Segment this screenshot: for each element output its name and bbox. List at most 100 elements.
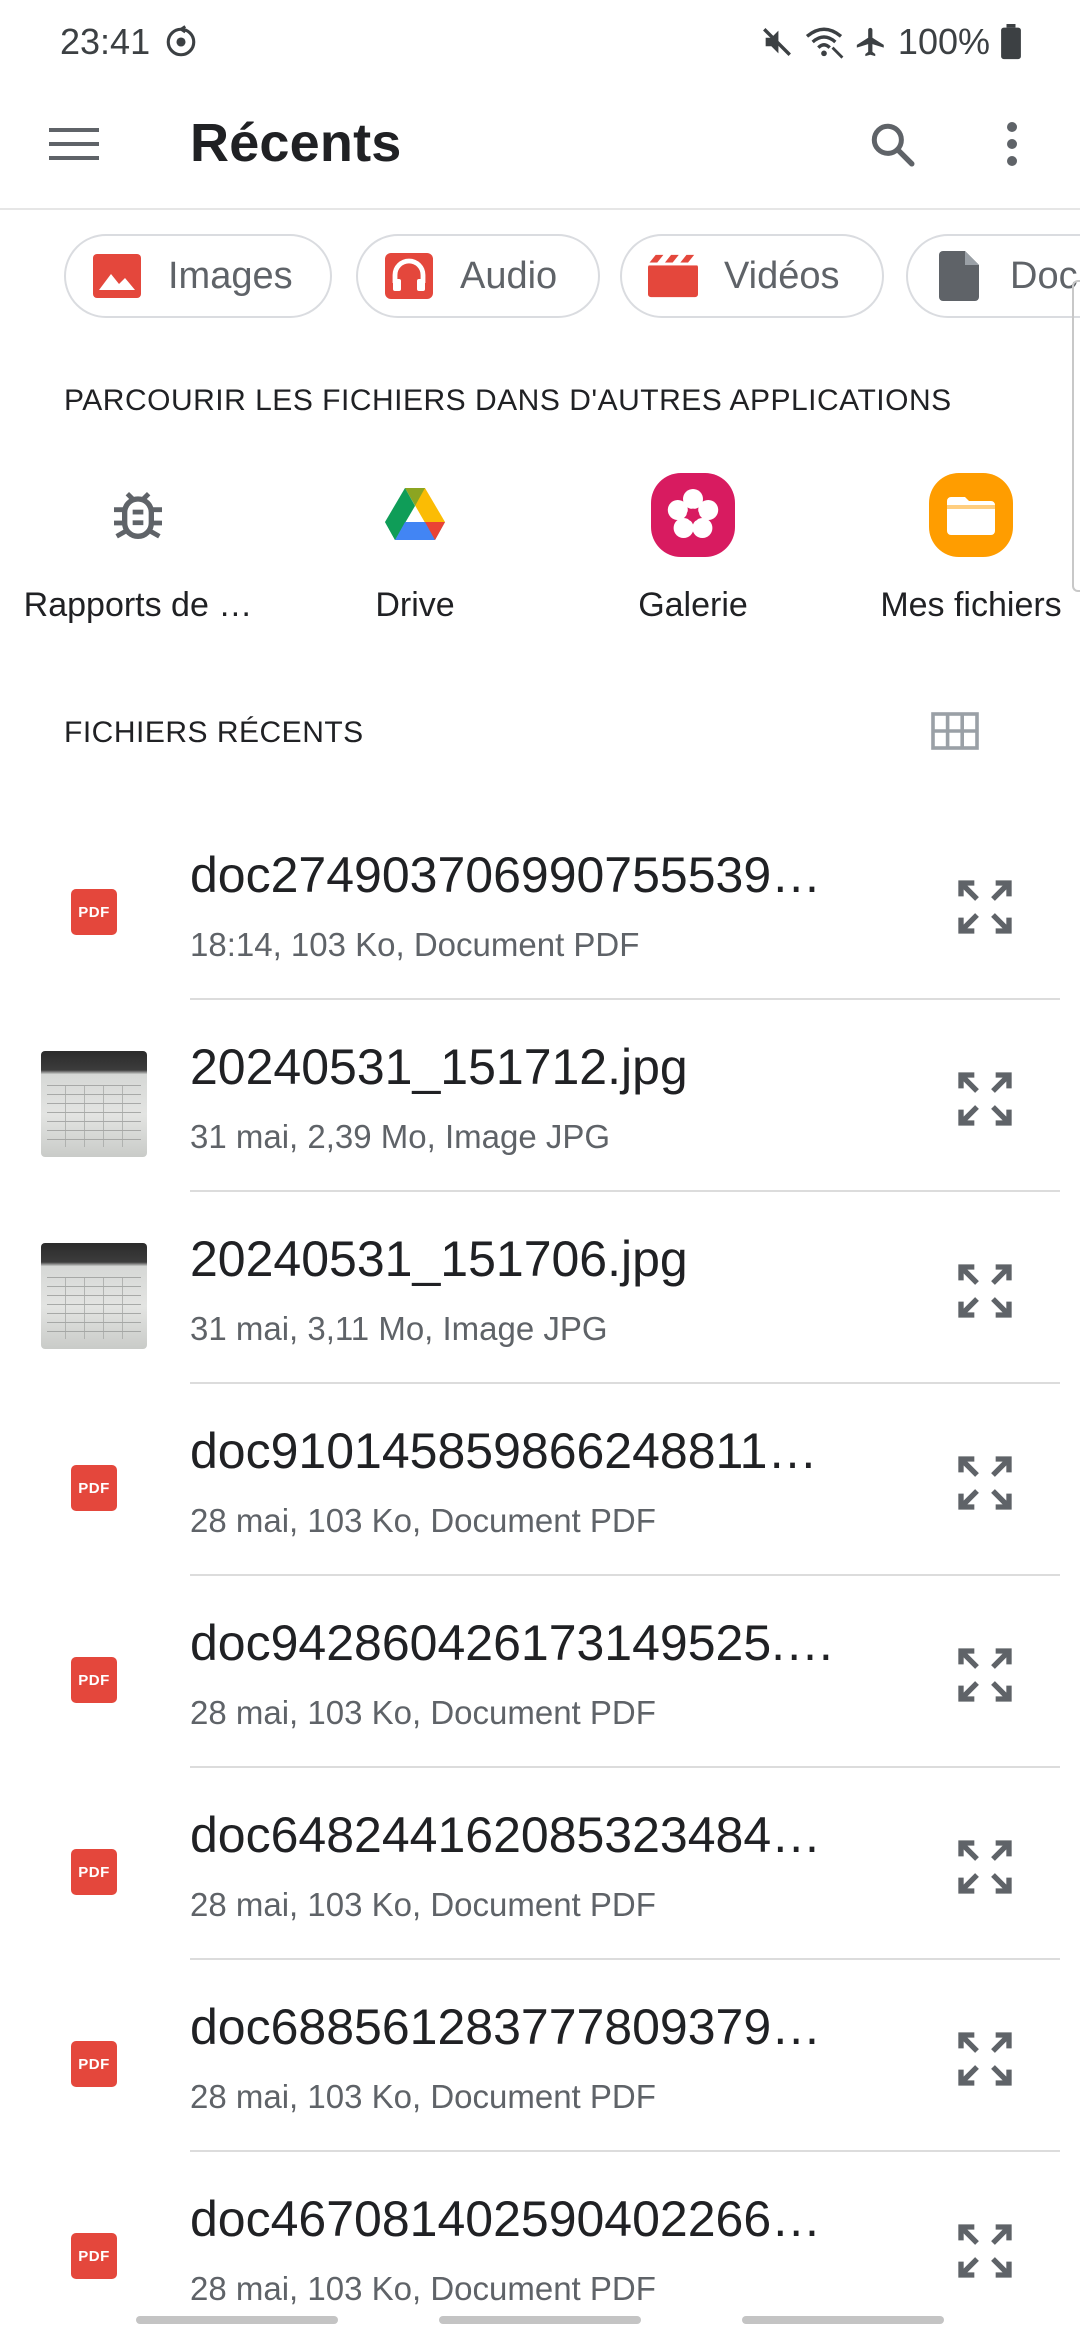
file-row[interactable]: PDF doc688561283777809379… 28 mai, 103 K…	[0, 1960, 1080, 2152]
bug-icon	[93, 470, 183, 560]
image-thumbnail	[41, 1243, 147, 1349]
file-row[interactable]: PDF doc274903706990755539… 18:14, 103 Ko…	[0, 808, 1080, 1000]
file-row[interactable]: PDF doc942860426173149525.… 28 mai, 103 …	[0, 1576, 1080, 1768]
file-meta: 28 mai, 103 Ko, Document PDF	[190, 1886, 656, 1923]
status-time: 23:41	[60, 21, 151, 62]
file-name: doc688561283777809379…	[190, 1999, 822, 2055]
chip-documents[interactable]: Doc	[906, 234, 1080, 318]
file-name: 20240531_151706.jpg	[190, 1231, 688, 1287]
chip-videos[interactable]: Vidéos	[620, 234, 884, 318]
file-name: doc648244162085323484…	[190, 1807, 822, 1863]
pdf-icon: PDF	[71, 1465, 117, 1511]
expand-preview-button[interactable]	[952, 1450, 1018, 1516]
pdf-icon: PDF	[71, 2233, 117, 2279]
expand-icon	[958, 1648, 1012, 1702]
page-title: Récents	[190, 113, 402, 173]
expand-preview-button[interactable]	[952, 1642, 1018, 1708]
file-meta: 18:14, 103 Ko, Document PDF	[190, 926, 640, 963]
sync-icon	[164, 25, 198, 59]
file-meta: 28 mai, 103 Ko, Document PDF	[190, 2078, 656, 2115]
more-options-button[interactable]	[990, 114, 1034, 174]
chip-label: Vidéos	[724, 254, 840, 297]
app-bug-reports[interactable]: Rapports de …	[13, 470, 263, 625]
file-row[interactable]: 20240531_151712.jpg 31 mai, 2,39 Mo, Ima…	[0, 1000, 1080, 1192]
file-meta: 28 mai, 103 Ko, Document PDF	[190, 2270, 656, 2307]
chip-audio[interactable]: Audio	[356, 234, 600, 318]
pdf-icon: PDF	[71, 2041, 117, 2087]
chip-label: Doc	[1010, 254, 1078, 297]
more-vert-icon	[1007, 122, 1017, 166]
file-thumbnail	[40, 1242, 148, 1350]
mute-icon	[760, 25, 794, 59]
battery-icon	[1000, 24, 1022, 60]
expand-icon	[958, 1456, 1012, 1510]
gallery-flower-icon	[648, 470, 738, 560]
menu-icon	[49, 128, 99, 160]
file-meta: 28 mai, 103 Ko, Document PDF	[190, 1694, 656, 1731]
document-icon	[934, 251, 984, 301]
file-thumbnail: PDF	[40, 1626, 148, 1734]
search-icon	[871, 123, 915, 167]
status-left: 23:41	[60, 21, 198, 63]
grid-view-button[interactable]	[930, 706, 980, 756]
file-row[interactable]: PDF doc648244162085323484… 28 mai, 103 K…	[0, 1768, 1080, 1960]
search-button[interactable]	[862, 114, 922, 174]
expand-preview-button[interactable]	[952, 874, 1018, 940]
pdf-icon: PDF	[71, 1849, 117, 1895]
airplane-icon	[854, 25, 888, 59]
app-gallery[interactable]: Galerie	[568, 470, 818, 625]
expand-icon	[958, 1840, 1012, 1894]
clapperboard-icon	[648, 251, 698, 301]
expand-preview-button[interactable]	[952, 1258, 1018, 1324]
pdf-icon: PDF	[71, 889, 117, 935]
file-row[interactable]: 20240531_151706.jpg 31 mai, 3,11 Mo, Ima…	[0, 1192, 1080, 1384]
file-thumbnail: PDF	[40, 1818, 148, 1926]
file-meta: 31 mai, 2,39 Mo, Image JPG	[190, 1118, 611, 1155]
menu-button[interactable]	[44, 114, 104, 174]
chip-label: Audio	[460, 254, 558, 297]
battery-text: 100%	[897, 21, 990, 62]
file-thumbnail	[40, 1050, 148, 1158]
wifi-icon	[804, 25, 844, 59]
nav-handle-right[interactable]	[742, 2316, 944, 2324]
expand-preview-button[interactable]	[952, 2026, 1018, 2092]
nav-handle-left[interactable]	[136, 2316, 338, 2324]
recent-files-title: FICHIERS RÉCENTS	[64, 716, 364, 749]
file-thumbnail: PDF	[40, 2202, 148, 2310]
file-row[interactable]: PDF doc467081402590402266… 28 mai, 103 K…	[0, 2152, 1080, 2340]
expand-icon	[958, 1072, 1012, 1126]
expand-preview-button[interactable]	[952, 1066, 1018, 1132]
expand-preview-button[interactable]	[952, 2218, 1018, 2284]
expand-preview-button[interactable]	[952, 1834, 1018, 1900]
headphones-icon	[384, 251, 434, 301]
expand-icon	[958, 2032, 1012, 2086]
app-bar: Récents	[0, 84, 1080, 210]
expand-icon	[958, 2224, 1012, 2278]
file-row[interactable]: PDF doc910145859866248811… 28 mai, 103 K…	[0, 1384, 1080, 1576]
file-thumbnail: PDF	[40, 858, 148, 966]
file-name: doc942860426173149525.…	[190, 1615, 836, 1671]
file-thumbnail: PDF	[40, 1434, 148, 1542]
screen: 23:41 100% Récents Images Audio Vidéos D…	[0, 0, 1080, 2340]
image-icon	[92, 251, 142, 301]
image-thumbnail	[41, 1051, 147, 1157]
google-drive-icon	[370, 470, 460, 560]
category-chips: Images Audio Vidéos Doc	[64, 234, 1080, 318]
folder-icon	[926, 470, 1016, 560]
file-name: 20240531_151712.jpg	[190, 1039, 688, 1095]
app-label: Galerie	[638, 586, 748, 624]
app-my-files[interactable]: Mes fichiers	[846, 470, 1080, 625]
nav-handle-center[interactable]	[439, 2316, 641, 2324]
browse-section-title: PARCOURIR LES FICHIERS DANS D'AUTRES APP…	[64, 384, 952, 417]
chip-images[interactable]: Images	[64, 234, 332, 318]
file-name: doc467081402590402266…	[190, 2191, 822, 2247]
pdf-icon: PDF	[71, 1657, 117, 1703]
file-meta: 28 mai, 103 Ko, Document PDF	[190, 1502, 656, 1539]
file-name: doc910145859866248811…	[190, 1423, 818, 1479]
app-drive[interactable]: Drive	[290, 470, 540, 625]
status-bar: 23:41 100%	[0, 0, 1080, 84]
file-name: doc274903706990755539…	[190, 847, 822, 903]
expand-icon	[958, 880, 1012, 934]
file-meta: 31 mai, 3,11 Mo, Image JPG	[190, 1310, 608, 1347]
app-label: Drive	[375, 586, 455, 624]
